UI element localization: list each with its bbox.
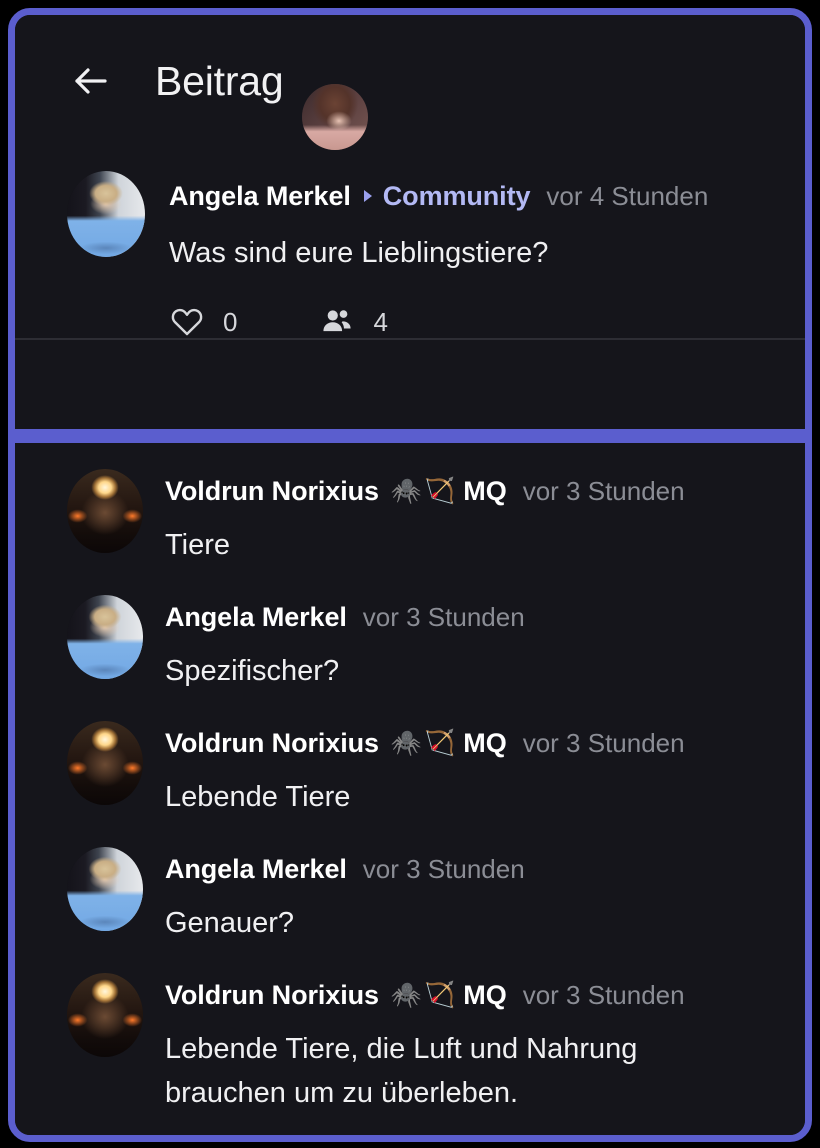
comment-meta: Angela Merkel vor 3 Stunden: [165, 853, 779, 885]
like-button[interactable]: 0: [169, 304, 237, 340]
comment-text: Spezifischer?: [165, 655, 340, 688]
comment-author-avatar-image: [67, 469, 143, 553]
comment-item: Angela Merkel vor 3 Stunden Spezifischer?: [67, 595, 779, 693]
comment-body: Voldrun Norixius 🕷️ 🏹 MQ vor 3 Stunden Lebend…: [143, 973, 779, 1115]
comment-author-tag: MQ: [463, 727, 507, 758]
comment-item: Angela Merkel vor 3 Stunden Genauer?: [67, 847, 779, 945]
comment-author-badges: 🕷️ 🏹 MQ: [390, 727, 507, 758]
comment-body: Voldrun Norixius 🕷️ 🏹 MQ vor 3 Stunden Tiere: [143, 469, 779, 567]
comment-author-name[interactable]: Voldrun Norixius: [165, 477, 379, 505]
comment-timestamp: vor 3 Stunden: [522, 728, 685, 759]
post-group-link[interactable]: Community: [383, 182, 531, 210]
people-icon: [319, 304, 355, 340]
post-divider: [15, 338, 805, 341]
avatar[interactable]: [67, 595, 143, 680]
spider-icon: 🕷️: [390, 476, 423, 505]
post: Angela Merkel Community vor 4 Stunden Wa…: [15, 147, 805, 341]
comment-text: Tiere: [165, 529, 230, 561]
avatar[interactable]: [67, 973, 143, 1058]
avatar[interactable]: [67, 721, 143, 806]
bow-and-arrow-icon: 🏹: [424, 980, 456, 1009]
post-author-avatar-image: [67, 171, 145, 257]
post-timestamp: vor 4 Stunden: [546, 181, 709, 211]
bow-and-arrow-icon: 🏹: [424, 476, 456, 505]
comment-author-name[interactable]: Angela Merkel: [165, 855, 347, 883]
comment-meta: Voldrun Norixius 🕷️ 🏹 MQ vor 3 Stunden: [165, 475, 779, 507]
post-meta: Angela Merkel Community vor 4 Stunden: [169, 179, 775, 213]
comment-author-name[interactable]: Voldrun Norixius: [165, 729, 379, 757]
participants-count: 4: [373, 306, 388, 337]
back-arrow-icon[interactable]: [67, 58, 113, 104]
spider-icon: 🕷️: [390, 728, 423, 757]
post-body: Angela Merkel Community vor 4 Stunden Wa…: [145, 171, 775, 272]
comment-author-avatar-image: [67, 721, 143, 806]
comment-author-avatar-image: [67, 847, 143, 932]
comment-timestamp: vor 3 Stunden: [362, 602, 525, 633]
comment-body: Angela Merkel vor 3 Stunden Genauer?: [143, 847, 779, 945]
screenshot-root: Beitrag Angela Merkel Community vor 4 St…: [0, 0, 820, 1148]
annotation-box-comments: Voldrun Norixius 🕷️ 🏹 MQ vor 3 Stunden Tiere A…: [8, 436, 812, 1142]
comment-author-tag: MQ: [463, 979, 507, 1010]
comment-body: Angela Merkel vor 3 Stunden Spezifischer?: [143, 595, 779, 693]
comment-meta: Voldrun Norixius 🕷️ 🏹 MQ vor 3 Stunden: [165, 979, 779, 1011]
comment-item: Voldrun Norixius 🕷️ 🏹 MQ vor 3 Stunden Tiere: [67, 469, 779, 567]
comment-author-avatar-image: [67, 973, 143, 1058]
comment-meta: Voldrun Norixius 🕷️ 🏹 MQ vor 3 Stunden: [165, 727, 779, 759]
comments-section: Voldrun Norixius 🕷️ 🏹 MQ vor 3 Stunden Tiere A…: [15, 443, 805, 1135]
comment-meta: Angela Merkel vor 3 Stunden: [165, 601, 779, 633]
comment-list: Voldrun Norixius 🕷️ 🏹 MQ vor 3 Stunden Tiere A…: [15, 443, 805, 1115]
post-section: Beitrag Angela Merkel Community vor 4 St…: [15, 15, 805, 429]
comment-timestamp: vor 3 Stunden: [522, 476, 685, 506]
comment-author-name[interactable]: Angela Merkel: [165, 603, 347, 631]
avatar[interactable]: [67, 847, 143, 932]
comment-author-badges: 🕷️ 🏹 MQ: [390, 979, 507, 1010]
comment-author-tag: MQ: [463, 475, 507, 506]
post-author-name[interactable]: Angela Merkel: [169, 182, 351, 210]
post-text: Was sind eure Lieblingstiere?: [169, 237, 549, 269]
post-engagement-bar: 0 4: [169, 304, 775, 340]
comment-timestamp: vor 3 Stunden: [362, 854, 525, 885]
comment-item: Voldrun Norixius 🕷️ 🏹 MQ vor 3 Stunden Lebend…: [67, 721, 779, 819]
profile-avatar-image: [301, 84, 368, 150]
comment-text: Genauer?: [165, 907, 294, 940]
annotation-box-post: Beitrag Angela Merkel Community vor 4 St…: [8, 8, 812, 436]
avatar[interactable]: [67, 171, 145, 257]
avatar[interactable]: [301, 84, 368, 150]
comment-item: Voldrun Norixius 🕷️ 🏹 MQ vor 3 Stunden Lebend…: [67, 973, 779, 1115]
bow-and-arrow-icon: 🏹: [424, 728, 456, 757]
comment-author-avatar-image: [67, 595, 143, 680]
comment-body: Voldrun Norixius 🕷️ 🏹 MQ vor 3 Stunden Lebend…: [143, 721, 779, 819]
spider-icon: 🕷️: [390, 980, 423, 1009]
comment-author-badges: 🕷️ 🏹 MQ: [390, 475, 507, 506]
post-row: Angela Merkel Community vor 4 Stunden Wa…: [67, 171, 775, 272]
comment-text: Lebende Tiere: [165, 781, 351, 814]
page-title: Beitrag: [155, 57, 284, 104]
avatar[interactable]: [67, 469, 143, 553]
comment-author-name[interactable]: Voldrun Norixius: [165, 981, 379, 1009]
triangle-right-icon: [363, 190, 372, 202]
like-count: 0: [223, 306, 238, 337]
heart-icon: [169, 304, 205, 340]
participants-button[interactable]: 4: [319, 304, 388, 340]
app-header: Beitrag: [15, 15, 805, 150]
comment-text: Lebende Tiere, die Luft und Nahrung brau…: [165, 1033, 638, 1110]
comment-timestamp: vor 3 Stunden: [522, 980, 685, 1011]
